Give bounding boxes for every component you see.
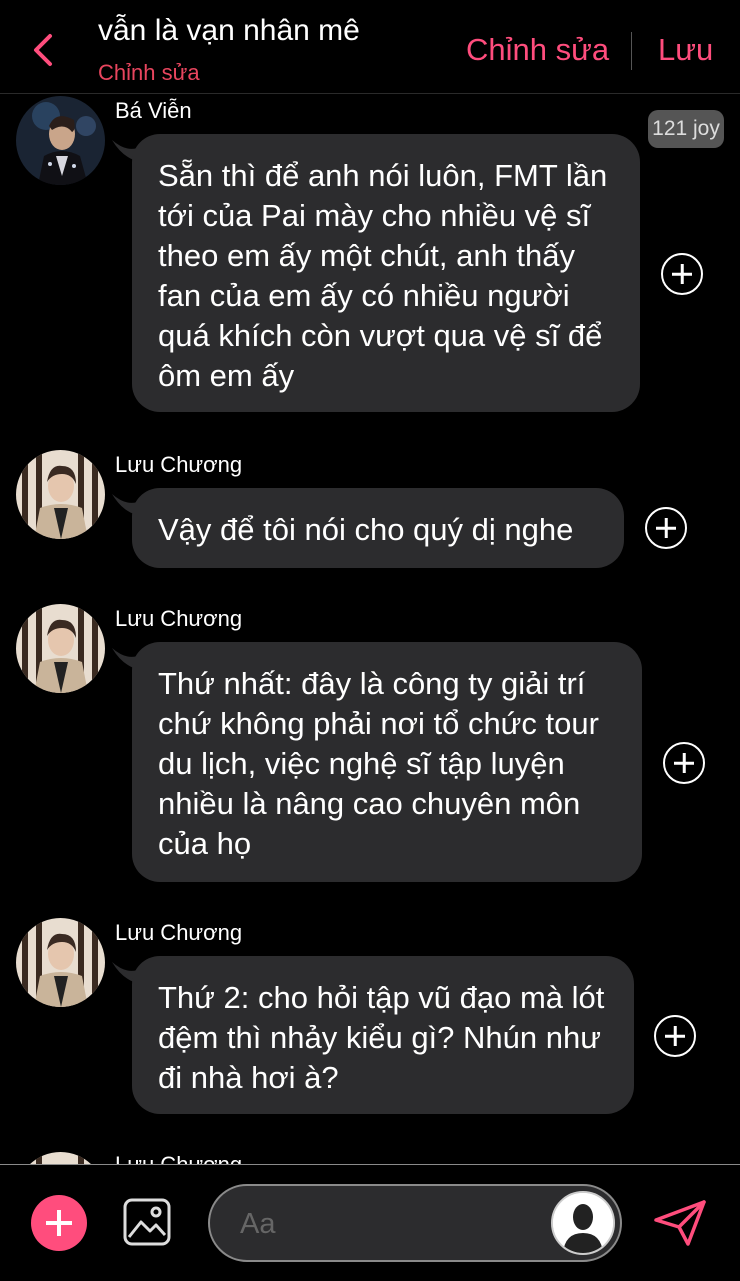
message-input[interactable] xyxy=(240,1204,540,1244)
message-item: Lưu Chương xyxy=(0,1140,740,1164)
message-bubble[interactable]: Sẵn thì để anh nói luôn, FMT lần tới của… xyxy=(132,134,640,412)
save-button[interactable]: Lưu xyxy=(658,32,713,68)
header-divider xyxy=(631,32,632,70)
joy-badge: 121 joy xyxy=(648,110,724,148)
back-arrow-icon[interactable] xyxy=(28,30,58,70)
avatar[interactable] xyxy=(16,96,105,185)
add-reaction-button[interactable] xyxy=(645,507,687,549)
message-bubble[interactable]: Thứ 2: cho hỏi tập vũ đạo mà lót đệm thì… xyxy=(132,956,634,1114)
add-button[interactable] xyxy=(31,1195,87,1251)
conversation-subtitle[interactable]: Chỉnh sửa xyxy=(98,60,200,86)
image-icon[interactable] xyxy=(122,1197,172,1247)
sender-name: Lưu Chương xyxy=(115,1152,242,1164)
avatar[interactable] xyxy=(16,918,105,1007)
sender-name: Bá Viễn xyxy=(115,98,192,123)
avatar[interactable] xyxy=(16,604,105,693)
character-select-avatar[interactable] xyxy=(551,1191,615,1255)
add-reaction-button[interactable] xyxy=(661,253,703,295)
message-bubble[interactable]: Vậy để tôi nói cho quý dị nghe xyxy=(132,488,624,568)
edit-button[interactable]: Chỉnh sửa xyxy=(466,32,609,68)
avatar[interactable] xyxy=(16,450,105,539)
chat-header: vẫn là vạn nhân mê Chỉnh sửa Chỉnh sửa L… xyxy=(0,0,740,94)
send-icon[interactable] xyxy=(652,1198,708,1248)
add-reaction-button[interactable] xyxy=(654,1015,696,1057)
conversation-title: vẫn là vạn nhân mê xyxy=(98,14,360,47)
avatar[interactable] xyxy=(16,1152,105,1164)
add-reaction-button[interactable] xyxy=(663,742,705,784)
sender-name: Lưu Chương xyxy=(115,920,243,945)
message-bubble[interactable]: Thứ nhất: đây là công ty giải trí chứ kh… xyxy=(132,642,642,882)
sender-name: Lưu Chương xyxy=(115,606,243,631)
sender-name: Lưu Chương xyxy=(115,452,243,477)
